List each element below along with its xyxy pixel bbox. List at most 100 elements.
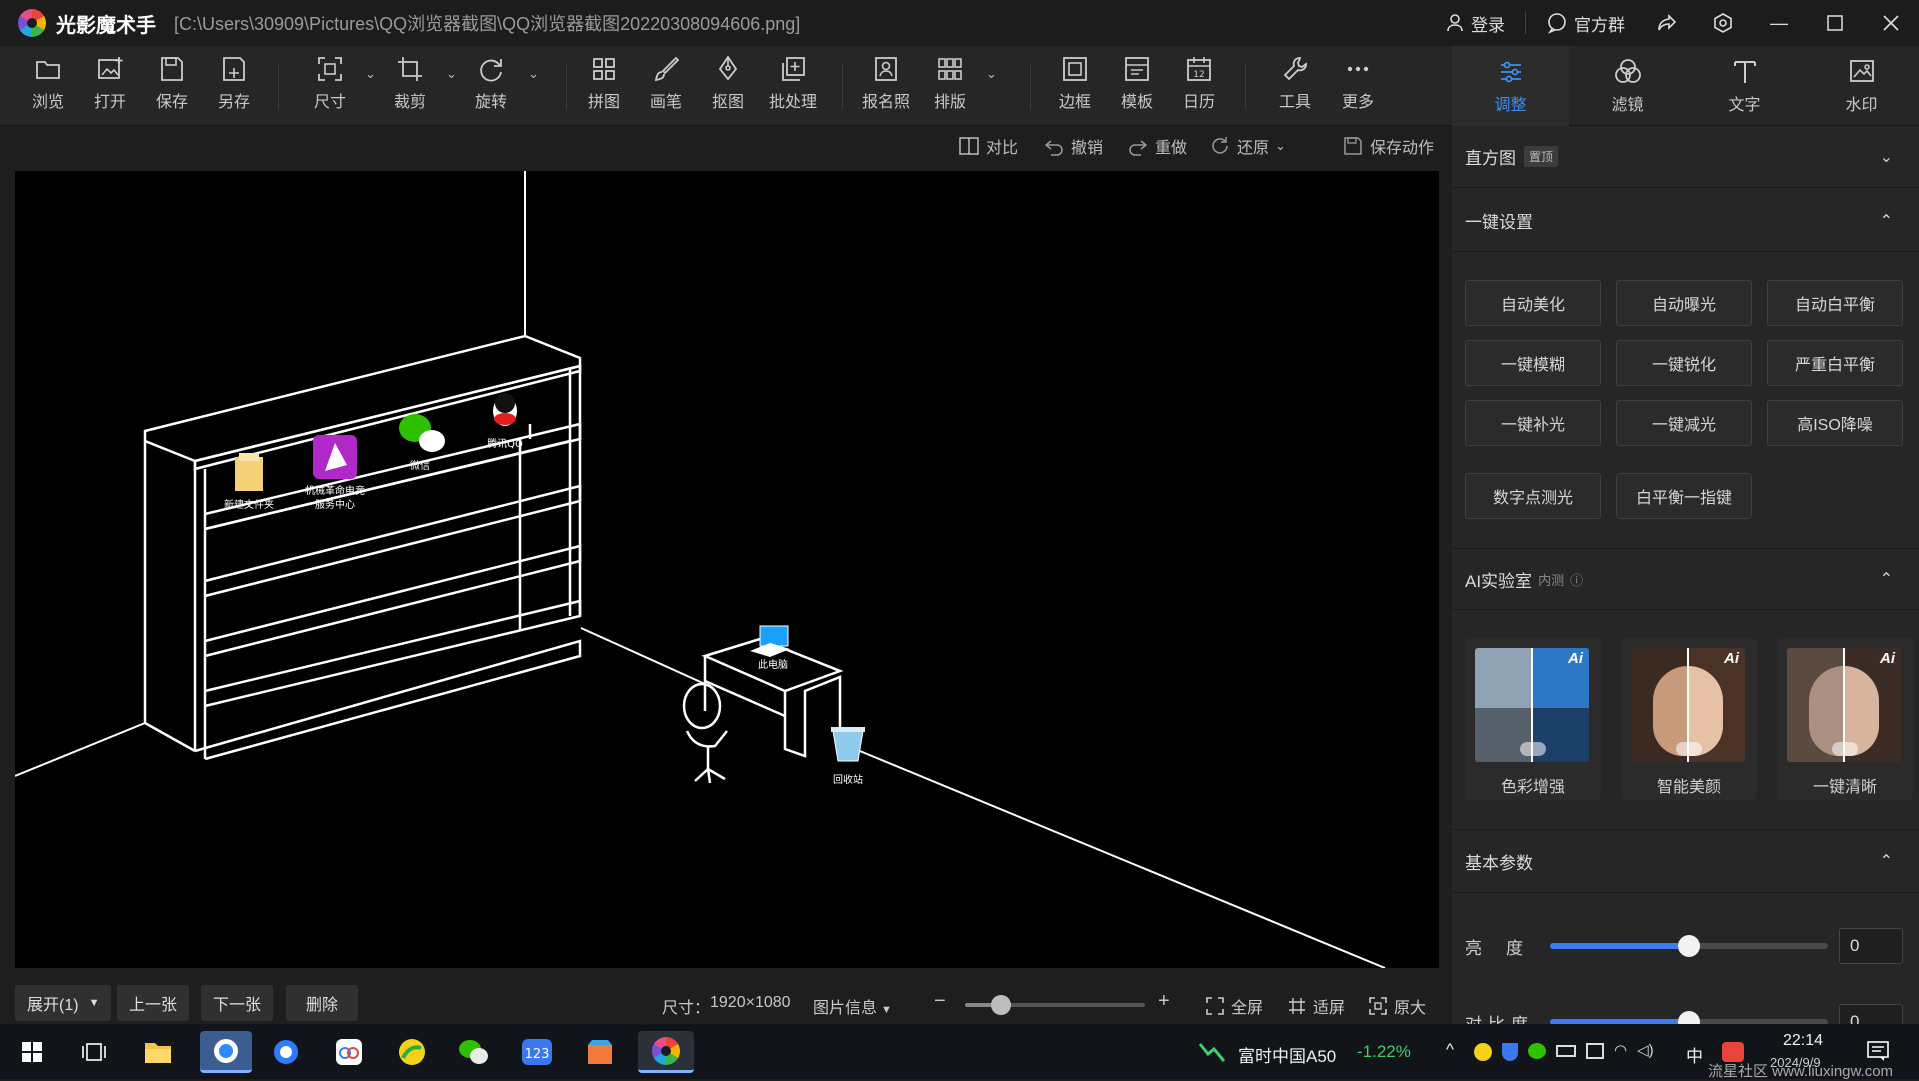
zoom-out-button[interactable]: − bbox=[934, 990, 946, 1013]
redo-button[interactable]: 重做 bbox=[1127, 134, 1187, 158]
crop-button[interactable]: 裁剪 bbox=[382, 54, 438, 120]
clock-time[interactable]: 22:14 bbox=[1783, 1032, 1823, 1050]
id-photo-button[interactable]: 报名照 bbox=[858, 54, 914, 120]
one-click-blur-button[interactable]: 一键模糊 bbox=[1465, 340, 1601, 386]
sogou-ime-icon[interactable] bbox=[1722, 1042, 1744, 1062]
original-size-button[interactable]: 原大 bbox=[1368, 994, 1426, 1018]
ime-indicator[interactable]: 中 bbox=[1686, 1042, 1703, 1067]
brightness-slider-handle[interactable] bbox=[1678, 935, 1700, 957]
file-explorer-taskbar-button[interactable] bbox=[136, 1031, 180, 1073]
tab-text[interactable]: 文字 bbox=[1686, 46, 1803, 126]
save-action-button[interactable]: 保存动作 bbox=[1342, 134, 1434, 158]
zoom-slider[interactable] bbox=[965, 995, 1145, 1015]
save-button[interactable]: 保存 bbox=[144, 54, 200, 120]
rotate-button[interactable]: 旋转 bbox=[463, 54, 519, 120]
tray-expand-icon[interactable]: ^ bbox=[1446, 1040, 1454, 1060]
compare-button[interactable]: 对比 bbox=[958, 134, 1018, 158]
more-button[interactable]: 更多 bbox=[1330, 54, 1386, 120]
ai-card-smart-beauty[interactable]: Ai 智能美颜 bbox=[1621, 638, 1757, 800]
brightness-value-input[interactable]: 0 bbox=[1839, 928, 1903, 964]
tray-battery-icon[interactable] bbox=[1556, 1045, 1576, 1057]
layout-button[interactable]: 排版 bbox=[922, 54, 978, 120]
open-button[interactable]: 打开 bbox=[82, 54, 138, 120]
template-button[interactable]: 模板 bbox=[1109, 54, 1165, 120]
tab-filter[interactable]: 滤镜 bbox=[1569, 46, 1686, 126]
minimize-button[interactable]: — bbox=[1751, 0, 1807, 46]
fill-light-button[interactable]: 一键补光 bbox=[1465, 400, 1601, 446]
white-balance-picker-button[interactable]: 白平衡一指键 bbox=[1616, 473, 1752, 519]
auto-exposure-button[interactable]: 自动曝光 bbox=[1616, 280, 1752, 326]
wechat-taskbar-button[interactable] bbox=[452, 1031, 496, 1073]
next-image-button[interactable]: 下一张 bbox=[201, 985, 274, 1021]
tray-shield-icon[interactable] bbox=[1502, 1043, 1518, 1061]
maximize-button[interactable] bbox=[1807, 0, 1863, 46]
auto-beautify-button[interactable]: 自动美化 bbox=[1465, 280, 1601, 326]
help-icon[interactable]: ⓘ bbox=[1570, 570, 1583, 589]
ai-lab-section-header[interactable]: AI实验室 内测 ⓘ ⌃ bbox=[1452, 548, 1919, 610]
chevron-down-icon[interactable]: ⌄ bbox=[1880, 147, 1893, 167]
one-click-section-header[interactable]: 一键设置 ⌃ bbox=[1452, 190, 1919, 252]
tray-game-icon[interactable] bbox=[1474, 1043, 1492, 1061]
undo-button[interactable]: 撤销 bbox=[1043, 134, 1103, 158]
chevron-up-icon[interactable]: ⌃ bbox=[1880, 211, 1893, 231]
zoom-slider-handle[interactable] bbox=[991, 995, 1011, 1015]
chevron-down-icon[interactable]: ⌄ bbox=[528, 66, 539, 82]
fullscreen-button[interactable]: 全屏 bbox=[1205, 994, 1263, 1018]
restore-button[interactable]: 还原 ⌄ bbox=[1209, 134, 1286, 158]
one-click-sharpen-button[interactable]: 一键锐化 bbox=[1616, 340, 1752, 386]
settings-button[interactable] bbox=[1695, 0, 1751, 46]
browser-taskbar-button[interactable] bbox=[264, 1031, 308, 1073]
close-button[interactable] bbox=[1863, 0, 1919, 46]
tray-wechat-icon[interactable] bbox=[1528, 1043, 1546, 1059]
start-button[interactable] bbox=[10, 1031, 54, 1073]
pin-top-badge[interactable]: 置顶 bbox=[1524, 146, 1559, 167]
reduce-light-button[interactable]: 一键减光 bbox=[1616, 400, 1752, 446]
ai-card-color-enhance[interactable]: Ai 色彩增强 bbox=[1465, 638, 1601, 800]
delete-button[interactable]: 删除 bbox=[286, 985, 359, 1021]
photo-editor-taskbar-button[interactable] bbox=[638, 1031, 694, 1073]
image-canvas[interactable]: 新建文件夹 机械革命电竞 服务中心 微信 腾讯QQ 此电脑 回收站 bbox=[14, 171, 1439, 969]
zoom-in-button[interactable]: + bbox=[1158, 990, 1170, 1013]
auto-white-balance-button[interactable]: 自动白平衡 bbox=[1767, 280, 1903, 326]
pan123-taskbar-button[interactable]: 123 bbox=[515, 1031, 559, 1073]
prev-image-button[interactable]: 上一张 bbox=[117, 985, 190, 1021]
strong-white-balance-button[interactable]: 严重白平衡 bbox=[1767, 340, 1903, 386]
tools-button[interactable]: 工具 bbox=[1267, 54, 1323, 120]
tab-watermark[interactable]: 水印 bbox=[1803, 46, 1919, 126]
chevron-down-icon[interactable]: ⌄ bbox=[986, 66, 997, 82]
tray-wifi-icon[interactable]: ◠ bbox=[1614, 1043, 1627, 1061]
collage-button[interactable]: 拼图 bbox=[576, 54, 632, 120]
high-iso-denoise-button[interactable]: 高ISO降噪 bbox=[1767, 400, 1903, 446]
contrast-value-input[interactable]: 0 bbox=[1839, 1004, 1903, 1024]
basic-params-section-header[interactable]: 基本参数 ⌃ bbox=[1452, 829, 1919, 893]
tray-volume-icon[interactable]: ◁) bbox=[1637, 1043, 1654, 1061]
game-launcher-taskbar-button[interactable] bbox=[390, 1031, 434, 1073]
expand-dropdown[interactable]: 展开(1) ▼ bbox=[15, 985, 112, 1021]
brush-button[interactable]: 画笔 bbox=[638, 54, 694, 120]
cutout-button[interactable]: 抠图 bbox=[700, 54, 756, 120]
chevron-down-icon[interactable]: ⌄ bbox=[365, 66, 376, 82]
spot-metering-button[interactable]: 数字点测光 bbox=[1465, 473, 1601, 519]
task-view-button[interactable] bbox=[72, 1031, 116, 1073]
browse-button[interactable]: 浏览 bbox=[20, 54, 76, 120]
tray-display-icon[interactable] bbox=[1586, 1043, 1604, 1059]
app-store-taskbar-button[interactable] bbox=[578, 1031, 622, 1073]
chevron-up-icon[interactable]: ⌃ bbox=[1880, 569, 1893, 589]
login-button[interactable]: 登录 bbox=[1431, 0, 1519, 46]
contrast-slider-handle[interactable] bbox=[1678, 1011, 1700, 1024]
ai-card-one-click-clarity[interactable]: Ai 一键清晰 bbox=[1777, 638, 1913, 800]
chevron-down-icon[interactable]: ⌄ bbox=[1275, 138, 1286, 154]
chevron-up-icon[interactable]: ⌃ bbox=[1880, 851, 1893, 871]
qq-browser-taskbar-button[interactable] bbox=[200, 1031, 252, 1073]
official-group-button[interactable]: 官方群 bbox=[1532, 0, 1639, 46]
cloud-disk-taskbar-button[interactable] bbox=[327, 1031, 371, 1073]
border-button[interactable]: 边框 bbox=[1047, 54, 1103, 120]
tab-adjust[interactable]: 调整 bbox=[1452, 46, 1569, 126]
batch-button[interactable]: 批处理 bbox=[765, 54, 821, 120]
chevron-down-icon[interactable]: ⌄ bbox=[446, 66, 457, 82]
calendar-button[interactable]: 12 日历 bbox=[1171, 54, 1227, 120]
stock-name[interactable]: 富时中国A50 bbox=[1238, 1042, 1336, 1067]
histogram-section[interactable]: 直方图 置顶 ⌄ bbox=[1452, 126, 1919, 188]
notification-icon[interactable] bbox=[1866, 1040, 1890, 1062]
brightness-slider[interactable] bbox=[1550, 935, 1828, 957]
